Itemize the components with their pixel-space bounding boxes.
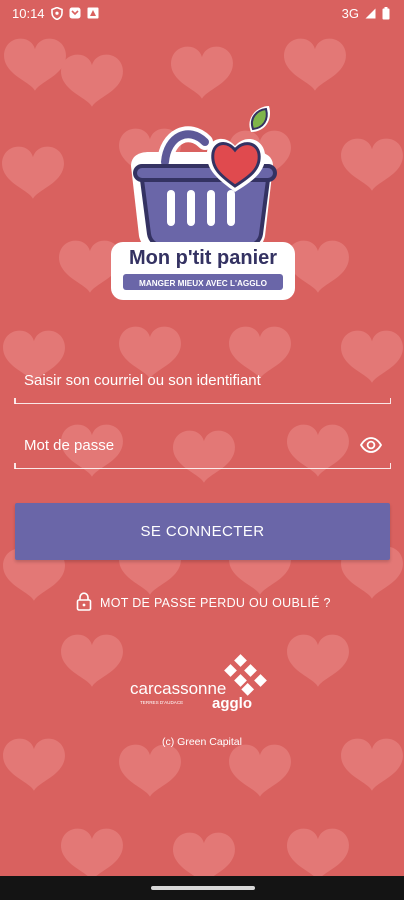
- status-bar: 10:14 3G: [0, 0, 404, 26]
- signal-icon: [365, 8, 376, 19]
- network-type: 3G: [341, 5, 359, 21]
- field-underline-cap: [389, 398, 391, 404]
- field-underline-cap: [14, 398, 16, 404]
- notification-icon: [69, 7, 81, 19]
- logo-title: Mon p'tit panier: [129, 247, 277, 269]
- password-placeholder: Mot de passe: [24, 437, 115, 454]
- app-logo: Mon p'tit panier MANGER MIEUX AVEC L'AGG…: [111, 106, 295, 300]
- identifier-placeholder: Saisir son courriel ou son identifiant: [24, 372, 261, 389]
- forgot-password-link[interactable]: MOT DE PASSE PERDU OU OUBLIÉ ?: [76, 592, 331, 614]
- connect-button[interactable]: SE CONNECTER: [15, 503, 390, 560]
- status-time: 10:14: [12, 5, 45, 21]
- home-gesture-handle[interactable]: [151, 886, 255, 890]
- password-field[interactable]: Mot de passe: [14, 429, 391, 469]
- lock-icon: [76, 592, 92, 614]
- battery-icon: [382, 6, 390, 20]
- logo-tagline: MANGER MIEUX AVEC L'AGGLO: [139, 279, 268, 288]
- partner-slogan: TERRES D'AUDACE: [140, 700, 183, 705]
- field-underline-cap: [14, 463, 16, 469]
- partner-logo: carcassonne TERRES D'AUDACE agglo: [130, 654, 267, 712]
- partner-subname: agglo: [212, 695, 252, 712]
- field-underline-cap: [389, 463, 391, 469]
- system-navigation-bar: [0, 876, 404, 900]
- copyright-text: (c) Green Capital: [162, 736, 242, 748]
- identifier-field[interactable]: Saisir son courriel ou son identifiant: [14, 364, 391, 404]
- shield-icon: [50, 6, 63, 20]
- forgot-password-label: MOT DE PASSE PERDU OU OUBLIÉ ?: [100, 596, 331, 610]
- app-icon: [87, 7, 99, 19]
- eye-icon[interactable]: [359, 437, 383, 458]
- connect-button-label: SE CONNECTER: [140, 523, 265, 540]
